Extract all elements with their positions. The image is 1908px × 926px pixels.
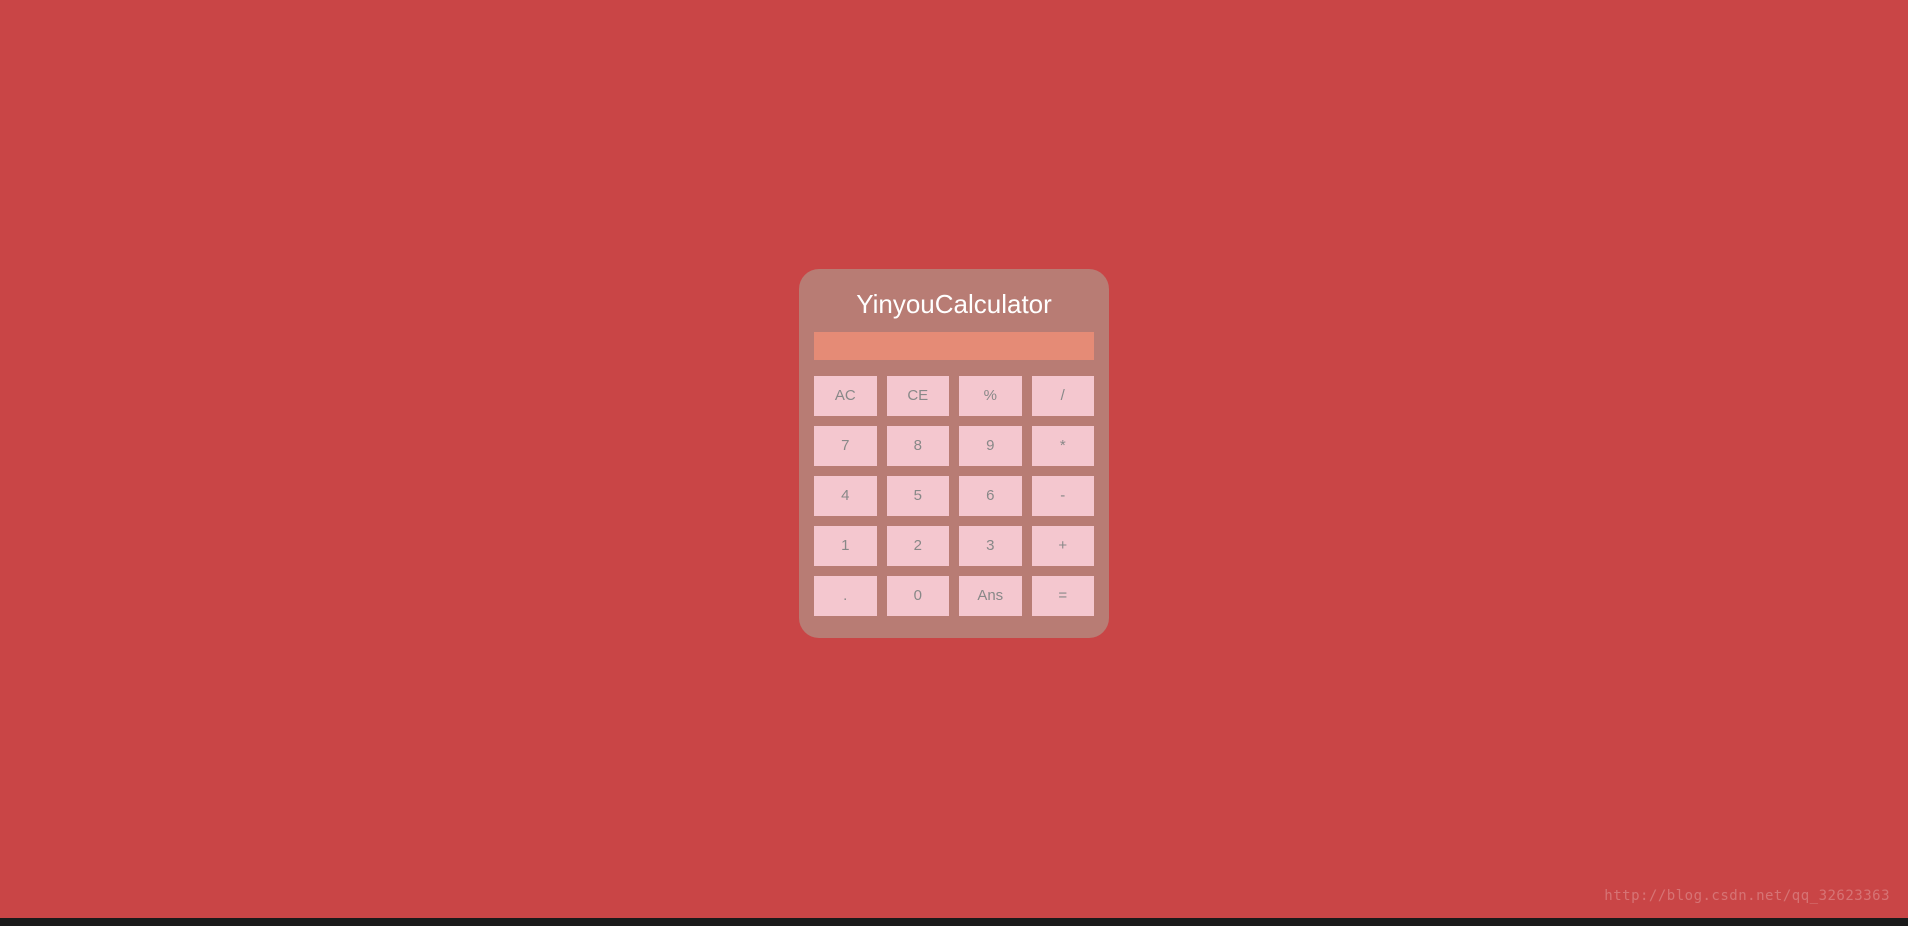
digit-3-button[interactable]: 3 [959, 526, 1022, 566]
digit-8-button[interactable]: 8 [887, 426, 950, 466]
watermark-text: http://blog.csdn.net/qq_32623363 [1604, 888, 1890, 904]
multiply-button[interactable]: * [1032, 426, 1095, 466]
digit-1-button[interactable]: 1 [814, 526, 877, 566]
digit-5-button[interactable]: 5 [887, 476, 950, 516]
ce-button[interactable]: CE [887, 376, 950, 416]
percent-button[interactable]: % [959, 376, 1022, 416]
equals-button[interactable]: = [1032, 576, 1095, 616]
digit-2-button[interactable]: 2 [887, 526, 950, 566]
calculator-container: YinyouCalculator AC CE % / 7 8 9 * 4 5 6… [799, 269, 1109, 638]
calculator-display [814, 332, 1094, 360]
ans-button[interactable]: Ans [959, 576, 1022, 616]
digit-6-button[interactable]: 6 [959, 476, 1022, 516]
bottom-bar [0, 918, 1908, 926]
decimal-button[interactable]: . [814, 576, 877, 616]
calculator-title: YinyouCalculator [814, 289, 1094, 320]
digit-7-button[interactable]: 7 [814, 426, 877, 466]
button-grid: AC CE % / 7 8 9 * 4 5 6 - 1 2 3 + . 0 An… [814, 376, 1094, 616]
digit-0-button[interactable]: 0 [887, 576, 950, 616]
digit-9-button[interactable]: 9 [959, 426, 1022, 466]
divide-button[interactable]: / [1032, 376, 1095, 416]
ac-button[interactable]: AC [814, 376, 877, 416]
digit-4-button[interactable]: 4 [814, 476, 877, 516]
add-button[interactable]: + [1032, 526, 1095, 566]
subtract-button[interactable]: - [1032, 476, 1095, 516]
